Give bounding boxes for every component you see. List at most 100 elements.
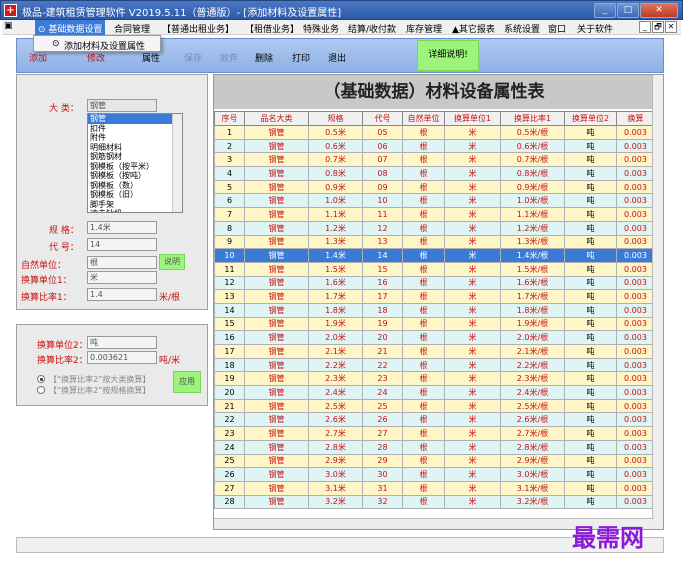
radio-by-spec[interactable] bbox=[37, 386, 45, 394]
menu-item-settings[interactable]: 系统设置 bbox=[504, 22, 540, 35]
maximize-button[interactable]: □ bbox=[617, 3, 639, 18]
column-header[interactable]: 换算单位2 bbox=[564, 111, 617, 126]
table-row[interactable]: 22 钢管 2.6米 26 根米 2.6米/根吨 0.003 bbox=[214, 412, 655, 428]
table-cell: 22 bbox=[362, 357, 403, 373]
title-bar: + 极品-建筑租赁管理软件 V2019.5.11（普通版）- [添加材料及设置属… bbox=[0, 0, 683, 20]
menu-item-settlement[interactable]: 结算/收付款 bbox=[348, 22, 396, 35]
spec-field[interactable]: 1.4米 bbox=[87, 221, 157, 234]
conv-ratio1-field[interactable]: 1.4 bbox=[87, 288, 157, 301]
category-list-item[interactable]: 附件 bbox=[88, 133, 182, 143]
code-field[interactable]: 14 bbox=[87, 238, 157, 251]
conv-unit2-field[interactable]: 吨 bbox=[87, 336, 157, 349]
category-list-item[interactable]: 钢筋钢材 bbox=[88, 152, 182, 162]
menu-item-reports[interactable]: ▲其它报表 bbox=[452, 22, 495, 35]
category-list-item[interactable]: 明细材料 bbox=[88, 143, 182, 153]
menu-item-basic-data[interactable]: ⊙ 基础数据设置 bbox=[35, 20, 106, 35]
category-list-item[interactable]: 钢模板（旧） bbox=[88, 190, 182, 200]
save-button[interactable]: 保存 bbox=[184, 51, 202, 64]
category-list-item[interactable]: 冲击钻机 bbox=[88, 209, 182, 212]
table-row[interactable]: 24 钢管 2.8米 28 根米 2.8米/根吨 0.003 bbox=[214, 439, 655, 455]
table-cell: 0.003 bbox=[616, 371, 655, 387]
table-cell: 2.0米 bbox=[308, 330, 363, 345]
close-button[interactable]: ✕ bbox=[640, 3, 678, 18]
table-row[interactable]: 8 钢管 1.2米 12 根米 1.2米/根吨 0.003 bbox=[214, 220, 655, 236]
mdi-close-button[interactable]: ✕ bbox=[665, 21, 677, 33]
menu-item-rental[interactable]: 【普通出租业务】 bbox=[162, 22, 234, 35]
conv-ratio2-field[interactable]: 0.003621 bbox=[87, 351, 157, 364]
menu-item-contract[interactable]: 合同管理 bbox=[114, 22, 150, 35]
table-row[interactable]: 16 钢管 2.0米 20 根米 2.0米/根吨 0.003 bbox=[214, 330, 655, 345]
table-row[interactable]: 18 钢管 2.2米 22 根米 2.2米/根吨 0.003 bbox=[214, 357, 655, 373]
table-row[interactable]: 6 钢管 1.0米 10 根米 1.0米/根吨 0.003 bbox=[214, 193, 655, 209]
property-button[interactable]: 属性 bbox=[142, 51, 160, 64]
table-cell: 0.003 bbox=[616, 289, 655, 304]
category-field[interactable]: 钢管 bbox=[87, 99, 157, 112]
conv-unit1-field[interactable]: 米 bbox=[87, 271, 157, 284]
cancel-button[interactable]: 放弃 bbox=[220, 51, 238, 64]
table-row[interactable]: 23 钢管 2.7米 27 根米 2.7米/根吨 0.003 bbox=[214, 426, 655, 441]
menu-item-window[interactable]: 窗口 bbox=[548, 22, 566, 35]
table-row[interactable]: 17 钢管 2.1米 21 根米 2.1米/根吨 0.003 bbox=[214, 344, 655, 359]
table-cell: 吨 bbox=[564, 453, 617, 469]
table-row[interactable]: 27 钢管 3.1米 31 根米 3.1米/根吨 0.003 bbox=[214, 480, 655, 496]
table-row[interactable]: 1 钢管 0.5米 05 根米 0.5米/根吨 0.003 bbox=[214, 125, 655, 140]
table-row[interactable]: 21 钢管 2.5米 25 根米 2.5米/根吨 0.003 bbox=[214, 398, 655, 414]
detail-button[interactable]: 详细说明! bbox=[417, 40, 479, 71]
column-header[interactable]: 品名大类 bbox=[244, 111, 309, 126]
radio-by-category[interactable] bbox=[37, 375, 45, 383]
category-list-item[interactable]: 钢模板（按平米） bbox=[88, 162, 182, 172]
dropdown-item-add-material[interactable]: 添加材料及设置属性 bbox=[64, 39, 145, 52]
menu-item-special[interactable]: 特殊业务 bbox=[303, 22, 339, 35]
category-list-item[interactable]: 钢模板（数） bbox=[88, 181, 182, 191]
table-row[interactable]: 7 钢管 1.1米 11 根米 1.1米/根吨 0.003 bbox=[214, 207, 655, 222]
table-row[interactable]: 20 钢管 2.4米 24 根米 2.4米/根吨 0.003 bbox=[214, 385, 655, 400]
apply-button[interactable]: 应用 bbox=[173, 371, 201, 393]
column-header[interactable]: 序号 bbox=[214, 111, 245, 126]
category-list-item[interactable]: 扣件 bbox=[88, 124, 182, 134]
explain-button[interactable]: 说明 bbox=[159, 254, 185, 270]
modify-button[interactable]: 修改 bbox=[87, 51, 105, 64]
category-list-item[interactable]: 钢模板（按吨） bbox=[88, 171, 182, 181]
menu-item-inventory[interactable]: 库存管理 bbox=[406, 22, 442, 35]
column-header[interactable]: 规格 bbox=[308, 111, 363, 126]
column-header[interactable]: 换算单位1 bbox=[444, 111, 501, 126]
column-header[interactable]: 换算比率1 bbox=[500, 111, 565, 126]
column-header[interactable]: 代号 bbox=[362, 111, 403, 126]
category-list-scrollbar[interactable] bbox=[172, 114, 182, 212]
table-cell: 0.003 bbox=[616, 166, 655, 181]
category-list-item[interactable]: 钢管 bbox=[88, 114, 182, 124]
table-cell: 钢管 bbox=[244, 302, 309, 318]
grid-vertical-scrollbar[interactable] bbox=[652, 75, 663, 529]
column-header[interactable]: 自然单位 bbox=[402, 111, 445, 126]
minimize-button[interactable]: _ bbox=[594, 3, 616, 18]
table-row[interactable]: 26 钢管 3.0米 30 根米 3.0米/根吨 0.003 bbox=[214, 467, 655, 482]
natural-unit-field[interactable]: 根 bbox=[87, 256, 157, 269]
table-cell: 0.003 bbox=[616, 302, 655, 318]
menu-item-about[interactable]: 关于软件 bbox=[577, 22, 613, 35]
category-list[interactable]: 钢管 扣件 附件 明细材料 钢筋钢材 钢模板（按平米） 钢模板（按吨） 钢模板（数） 钢模板（旧… bbox=[87, 113, 183, 213]
table-cell: 3.0米/根 bbox=[500, 467, 565, 482]
table-row[interactable]: 25 钢管 2.9米 29 根米 2.9米/根吨 0.003 bbox=[214, 453, 655, 469]
add-button[interactable]: 添加 bbox=[29, 51, 47, 64]
column-header[interactable]: 换算 bbox=[616, 111, 655, 126]
mdi-restore-button[interactable]: 🗗 bbox=[652, 21, 664, 33]
table-row[interactable]: 28 钢管 3.2米 32 根米 3.2米/根吨 0.003 bbox=[214, 494, 655, 510]
print-button[interactable]: 打印 bbox=[292, 51, 310, 64]
table-row[interactable]: 5 钢管 0.9米 09 根米 0.9米/根吨 0.003 bbox=[214, 179, 655, 195]
table-row[interactable]: 3 钢管 0.7米 07 根米 0.7米/根吨 0.003 bbox=[214, 152, 655, 168]
table-row[interactable]: 13 钢管 1.7米 17 根米 1.7米/根吨 0.003 bbox=[214, 289, 655, 304]
mdi-minimize-button[interactable]: _ bbox=[639, 21, 651, 33]
menu-item-lease[interactable]: 【租借业务】 bbox=[245, 22, 299, 35]
table-row[interactable]: 2 钢管 0.6米 06 根米 0.6米/根吨 0.003 bbox=[214, 138, 655, 154]
category-list-item[interactable]: 脚手架 bbox=[88, 200, 182, 210]
table-row[interactable]: 9 钢管 1.3米 13 根米 1.3米/根吨 0.003 bbox=[214, 234, 655, 250]
table-row[interactable]: 4 钢管 0.8米 08 根米 0.8米/根吨 0.003 bbox=[214, 166, 655, 181]
table-row[interactable]: 15 钢管 1.9米 19 根米 1.9米/根吨 0.003 bbox=[214, 316, 655, 332]
table-row[interactable]: 14 钢管 1.8米 18 根米 1.8米/根吨 0.003 bbox=[214, 302, 655, 318]
delete-button[interactable]: 删除 bbox=[255, 51, 273, 64]
table-row[interactable]: 11 钢管 1.5米 15 根米 1.5米/根吨 0.003 bbox=[214, 261, 655, 277]
exit-button[interactable]: 退出 bbox=[328, 51, 346, 64]
table-row[interactable]: 12 钢管 1.6米 16 根米 1.6米/根吨 0.003 bbox=[214, 275, 655, 291]
table-row[interactable]: 19 钢管 2.3米 23 根米 2.3米/根吨 0.003 bbox=[214, 371, 655, 387]
table-row[interactable]: 10 钢管 1.4米 14 根米 1.4米/根吨 0.003 bbox=[214, 248, 655, 263]
